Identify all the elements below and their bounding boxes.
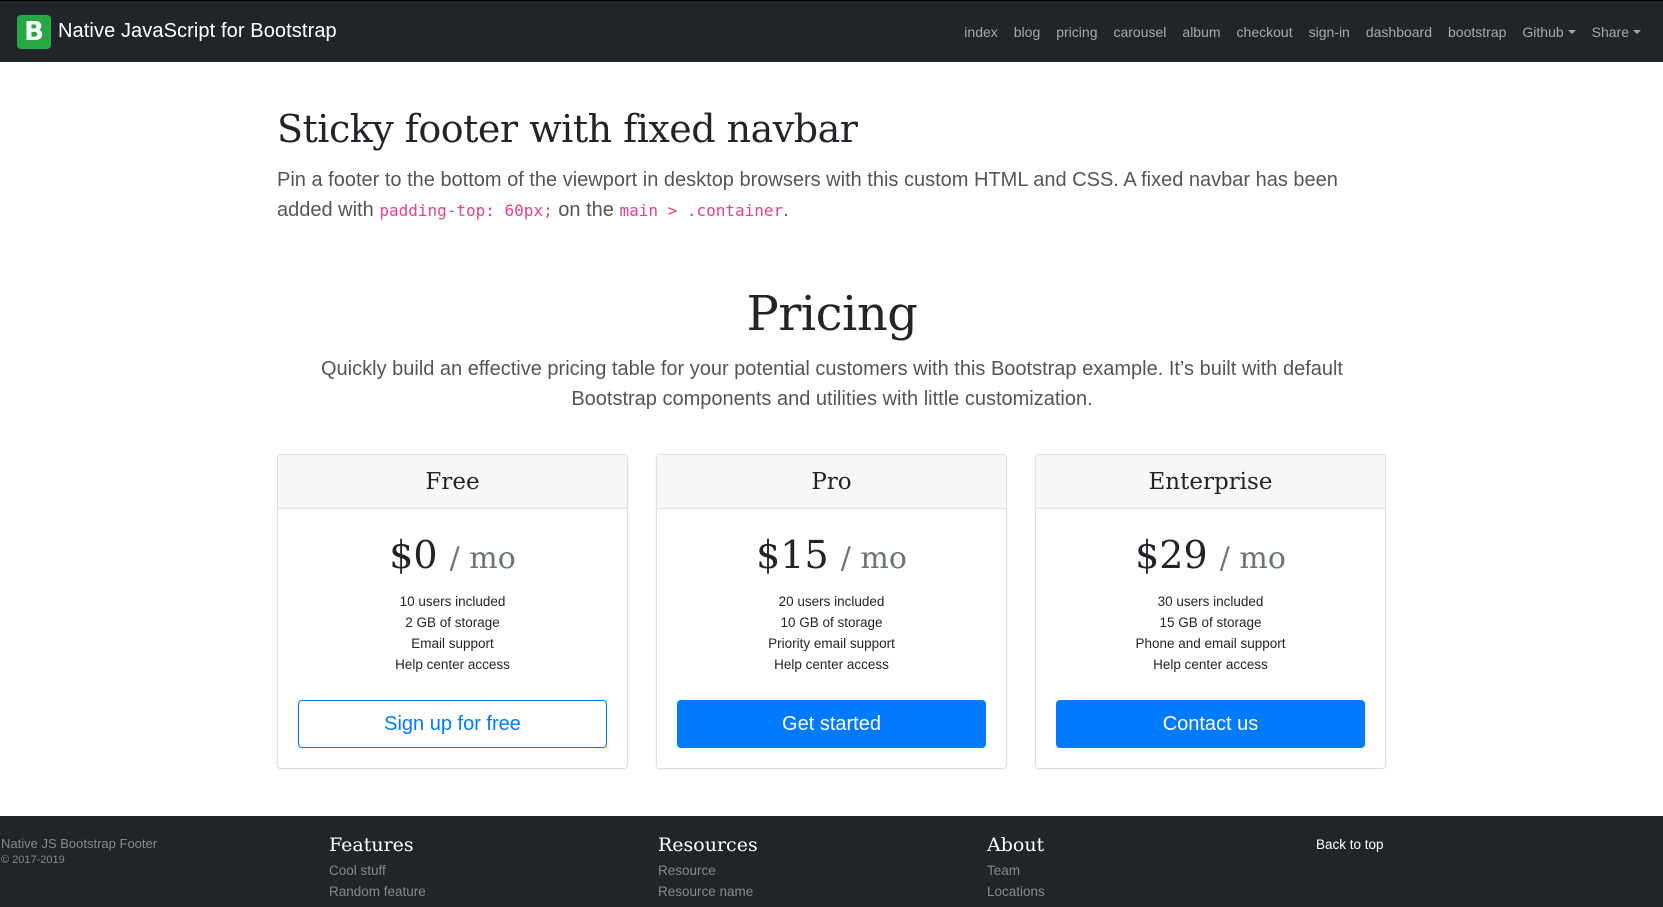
footer-copyright: © 2017-2019 <box>1 854 65 866</box>
code-padding-top: padding-top: 60px; <box>379 201 553 220</box>
feature-list: 20 users included 10 GB of storage Prior… <box>657 591 1006 675</box>
footer-link[interactable]: Cool stuff <box>329 864 426 878</box>
pricing-title: Pricing <box>746 286 918 342</box>
footer-brand: Native JS Bootstrap Footer © 2017-2019 <box>1 836 157 866</box>
feature-item: Help center access <box>774 657 889 672</box>
footer-column-resources: Resources Resource Resource name <box>658 834 758 898</box>
nav-link-album[interactable]: album <box>1182 24 1220 40</box>
feature-item: Help center access <box>395 657 510 672</box>
nav-dropdown-github[interactable]: Github <box>1522 24 1576 40</box>
price-period: / mo <box>449 541 516 576</box>
feature-item: 10 GB of storage <box>780 615 883 630</box>
card-price: $15 / mo <box>657 533 1006 577</box>
feature-item: 15 GB of storage <box>1159 615 1262 630</box>
feature-item: Phone and email support <box>1135 636 1286 651</box>
nav-link-checkout[interactable]: checkout <box>1237 24 1293 40</box>
price-amount: $29 <box>1135 533 1208 577</box>
nav-link-bootstrap[interactable]: bootstrap <box>1448 24 1506 40</box>
price-amount: $15 <box>756 533 829 577</box>
pricing-card-pro: Pro $15 / mo 20 users included 10 GB of … <box>656 454 1007 769</box>
caret-down-icon <box>1567 30 1576 34</box>
footer-column-features: Features Cool stuff Random feature <box>329 834 426 898</box>
feature-item: 10 users included <box>399 594 506 609</box>
bootstrap-logo-icon: B <box>17 14 51 49</box>
brand-title: Native JavaScript for Bootstrap <box>58 20 337 42</box>
nav-link-dashboard[interactable]: dashboard <box>1366 24 1432 40</box>
get-started-button[interactable]: Get started <box>677 700 986 748</box>
feature-item: 2 GB of storage <box>405 615 500 630</box>
feature-list: 30 users included 15 GB of storage Phone… <box>1036 591 1385 675</box>
nav-link-pricing[interactable]: pricing <box>1056 24 1097 40</box>
footer-link[interactable]: Team <box>987 864 1045 878</box>
nav-dropdown-github-label: Github <box>1522 24 1564 40</box>
nav-links: index blog pricing carousel album checko… <box>948 1 1641 63</box>
pricing-card-enterprise: Enterprise $29 / mo 30 users included 15… <box>1035 454 1386 769</box>
sign-up-button[interactable]: Sign up for free <box>298 700 607 748</box>
card-title: Enterprise <box>1036 455 1385 509</box>
lead-section: Sticky footer with fixed navbar Pin a fo… <box>277 107 1387 226</box>
price-period: / mo <box>1219 541 1286 576</box>
nav-link-carousel[interactable]: carousel <box>1113 24 1166 40</box>
card-price: $0 / mo <box>278 533 627 577</box>
feature-item: Email support <box>411 636 494 651</box>
card-title: Pro <box>657 455 1006 509</box>
navbar-brand[interactable]: B Native JavaScript for Bootstrap <box>17 14 337 49</box>
footer-column-title: About <box>987 834 1045 856</box>
feature-item: 20 users included <box>778 594 885 609</box>
feature-list: 10 users included 2 GB of storage Email … <box>278 591 627 675</box>
footer-link[interactable]: Random feature <box>329 885 426 899</box>
pricing-header: Pricing Quickly build an effective prici… <box>277 286 1387 414</box>
feature-item: Help center access <box>1153 657 1268 672</box>
card-price: $29 / mo <box>1036 533 1385 577</box>
site-footer: Native JS Bootstrap Footer © 2017-2019 F… <box>0 816 1663 907</box>
nav-dropdown-share[interactable]: Share <box>1592 24 1641 40</box>
top-navbar: B Native JavaScript for Bootstrap index … <box>0 0 1663 62</box>
footer-link[interactable]: Resource <box>658 864 758 878</box>
footer-column-title: Resources <box>658 834 758 856</box>
footer-column-about: About Team Locations <box>987 834 1045 898</box>
nav-link-index[interactable]: index <box>964 24 997 40</box>
lead-text-middle: on the <box>558 199 614 221</box>
price-period: / mo <box>840 541 907 576</box>
lead-text-end: . <box>783 199 789 221</box>
feature-item: 30 users included <box>1157 594 1264 609</box>
feature-item: Priority email support <box>768 636 895 651</box>
footer-column-title: Features <box>329 834 414 856</box>
caret-down-icon <box>1633 30 1641 34</box>
footer-link[interactable]: Resource name <box>658 885 758 899</box>
pricing-description: Quickly build an effective pricing table… <box>321 358 1343 410</box>
code-main-container: main > .container <box>619 201 784 220</box>
nav-link-sign-in[interactable]: sign-in <box>1309 24 1350 40</box>
price-amount: $0 <box>389 533 438 577</box>
contact-us-button[interactable]: Contact us <box>1056 700 1365 748</box>
pricing-card-free: Free $0 / mo 10 users included 2 GB of s… <box>277 454 628 769</box>
nav-dropdown-share-label: Share <box>1591 24 1629 40</box>
lead-paragraph: Pin a footer to the bottom of the viewpo… <box>277 165 1387 226</box>
footer-link[interactable]: Locations <box>987 885 1045 899</box>
page-title: Sticky footer with fixed navbar <box>277 107 858 151</box>
footer-brand-title: Native JS Bootstrap Footer <box>1 836 158 851</box>
nav-link-blog[interactable]: blog <box>1014 24 1040 40</box>
back-to-top-link[interactable]: Back to top <box>1316 837 1384 852</box>
card-title: Free <box>278 455 627 509</box>
